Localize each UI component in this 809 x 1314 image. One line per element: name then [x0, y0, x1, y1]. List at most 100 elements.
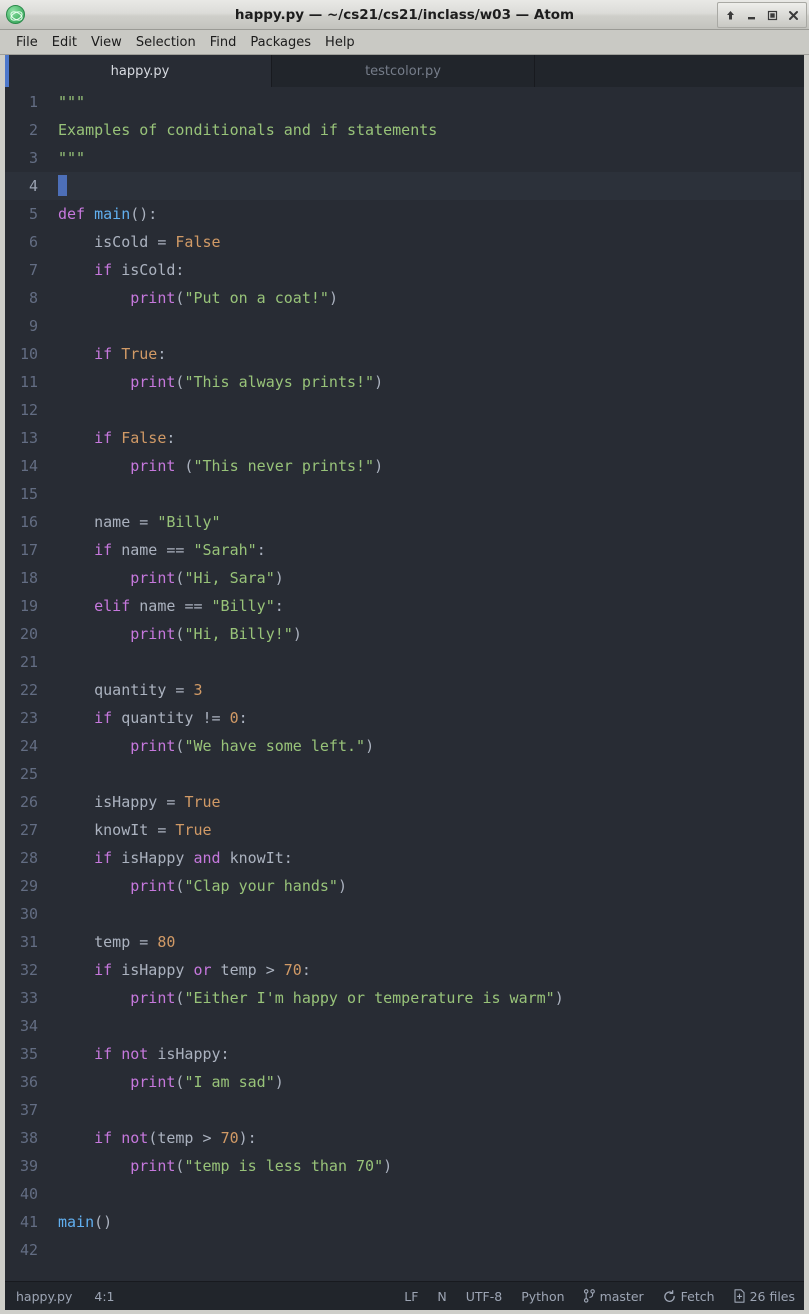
editor-line[interactable]: 9 [5, 312, 804, 340]
editor-line[interactable]: 34 [5, 1012, 804, 1040]
status-encoding[interactable]: UTF-8 [466, 1289, 502, 1304]
line-number: 19 [19, 597, 38, 615]
editor-line[interactable]: 33 print("Either I'm happy or temperatur… [5, 984, 804, 1012]
editor-line[interactable]: 28 if isHappy and knowIt: [5, 844, 804, 872]
editor-line[interactable]: 4 [5, 172, 804, 200]
editor-line[interactable]: 32 if isHappy or temp > 70: [5, 956, 804, 984]
editor-line[interactable]: 19 elif name == "Billy": [5, 592, 804, 620]
line-number: 4 [28, 177, 38, 195]
editor-line[interactable]: 41 main() [5, 1208, 804, 1236]
editor-line[interactable]: 30 [5, 900, 804, 928]
editor-line[interactable]: 5 def main(): [5, 200, 804, 228]
editor-line[interactable]: 10 if True: [5, 340, 804, 368]
editor-line[interactable]: 25 [5, 760, 804, 788]
code-token: if [94, 1045, 113, 1063]
vertical-scrollbar[interactable] [801, 87, 804, 1281]
line-content: print("This always prints!") [47, 368, 804, 396]
line-number: 17 [19, 541, 38, 559]
menu-item-help[interactable]: Help [318, 33, 362, 52]
code-token: ) [365, 737, 375, 755]
status-grammar[interactable]: Python [521, 1289, 564, 1304]
editor-line[interactable]: 24 print("We have some left.") [5, 732, 804, 760]
code-token: name [58, 513, 140, 531]
code-editor[interactable]: 1 """ 2 Examples of conditionals and if sta… [5, 87, 804, 1281]
status-git-branch[interactable]: master [583, 1289, 644, 1304]
editor-line[interactable]: 16 name = "Billy" [5, 508, 804, 536]
editor-line[interactable]: 3 """ [5, 144, 804, 172]
code-token: Examples of conditionals and if statemen… [58, 121, 438, 139]
menu-item-find[interactable]: Find [203, 33, 244, 52]
status-files-count[interactable]: 26 files [734, 1289, 795, 1304]
editor-line[interactable]: 11 print("This always prints!") [5, 368, 804, 396]
editor-line[interactable]: 42 [5, 1236, 804, 1264]
tab-testcolor-py[interactable]: testcolor.py [271, 55, 535, 87]
editor-line[interactable]: 6 isCold = False [5, 228, 804, 256]
editor-line[interactable]: 23 if quantity != 0: [5, 704, 804, 732]
status-line-ending[interactable]: LF [404, 1289, 418, 1304]
code-token: if [94, 261, 113, 279]
editor-line[interactable]: 37 [5, 1096, 804, 1124]
editor-line[interactable]: 17 if name == "Sarah": [5, 536, 804, 564]
editor-line[interactable]: 18 print("Hi, Sara") [5, 564, 804, 592]
menu-item-view[interactable]: View [84, 33, 129, 52]
minimize-button[interactable] [741, 4, 762, 26]
editor-line[interactable]: 29 print("Clap your hands") [5, 872, 804, 900]
line-number: 14 [19, 457, 38, 475]
editor-line[interactable]: 38 if not(temp > 70): [5, 1124, 804, 1152]
editor-line[interactable]: 36 print("I am sad") [5, 1068, 804, 1096]
editor-line[interactable]: 21 [5, 648, 804, 676]
line-content: print ("This never prints!") [47, 452, 804, 480]
editor-line[interactable]: 31 temp = 80 [5, 928, 804, 956]
status-selection-mode[interactable]: N [437, 1289, 446, 1304]
editor-line[interactable]: 35 if not isHappy: [5, 1040, 804, 1068]
tab-happy-py[interactable]: happy.py [9, 55, 271, 87]
line-number: 27 [19, 821, 38, 839]
menu-item-selection[interactable]: Selection [129, 33, 203, 52]
tab-bar: happy.py testcolor.py [5, 55, 804, 87]
code-token: isHappy: [148, 1045, 230, 1063]
editor-line[interactable]: 2 Examples of conditionals and if stateme… [5, 116, 804, 144]
editor-line[interactable]: 27 knowIt = True [5, 816, 804, 844]
editor-line[interactable]: 12 [5, 396, 804, 424]
code-token: : [301, 961, 311, 979]
line-content [47, 172, 804, 200]
editor-line[interactable]: 7 if isCold: [5, 256, 804, 284]
line-content: if False: [47, 424, 804, 452]
code-token: temp [211, 961, 266, 979]
editor-line[interactable]: 8 print("Put on a coat!") [5, 284, 804, 312]
status-cursor-position[interactable]: 4:1 [94, 1289, 114, 1304]
menu-item-packages[interactable]: Packages [243, 33, 318, 52]
line-content: print("I am sad") [47, 1068, 804, 1096]
close-button[interactable] [783, 4, 804, 26]
line-content: temp = 80 [47, 928, 804, 956]
code-token: isHappy [112, 849, 194, 867]
editor-line[interactable]: 1 """ [5, 88, 804, 116]
line-number: 22 [19, 681, 38, 699]
status-bar: happy.py 4:1 LF N UTF-8 Python master Fe… [5, 1281, 804, 1310]
line-number: 34 [19, 1017, 38, 1035]
code-token: print [130, 989, 176, 1007]
editor-line[interactable]: 13 if False: [5, 424, 804, 452]
line-content: if True: [47, 340, 804, 368]
editor-line[interactable]: 20 print("Hi, Billy!") [5, 620, 804, 648]
line-content: print("Clap your hands") [47, 872, 804, 900]
editor-line[interactable]: 26 isHappy = True [5, 788, 804, 816]
editor-line[interactable]: 39 print("temp is less than 70") [5, 1152, 804, 1180]
code-token: ) [374, 457, 384, 475]
menu-item-edit[interactable]: Edit [45, 33, 84, 52]
editor-line[interactable]: 22 quantity = 3 [5, 676, 804, 704]
editor-line[interactable]: 14 print ("This never prints!") [5, 452, 804, 480]
editor-line[interactable]: 40 [5, 1180, 804, 1208]
menu-item-file[interactable]: File [9, 33, 45, 52]
maximize-button[interactable] [762, 4, 783, 26]
status-filename[interactable]: happy.py [16, 1289, 72, 1304]
shade-button[interactable] [720, 4, 741, 26]
editor-line[interactable]: 15 [5, 480, 804, 508]
status-fetch-button[interactable]: Fetch [663, 1289, 715, 1304]
